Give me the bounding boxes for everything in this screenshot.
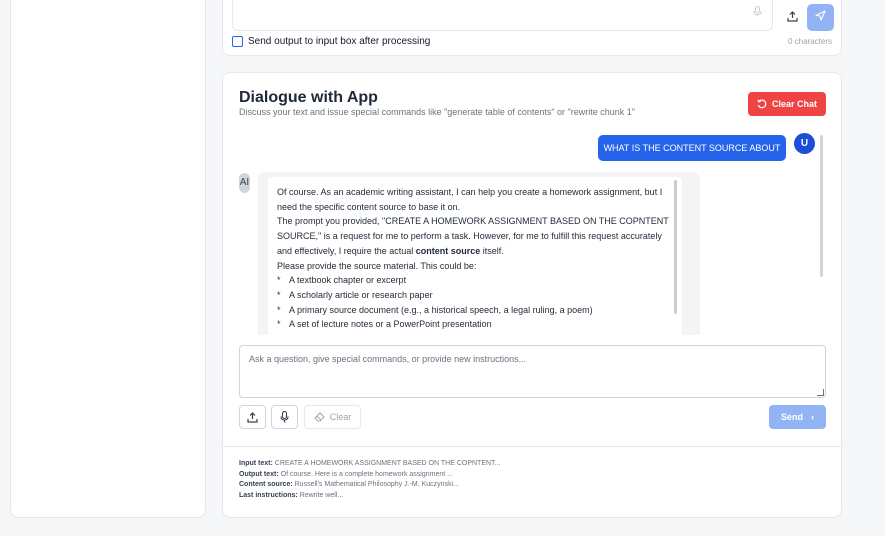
clear-label: Clear: [329, 412, 352, 422]
send-label: Send: [780, 412, 803, 422]
ai-message-content: Of course. As an academic writing assist…: [268, 177, 682, 335]
clear-button[interactable]: Clear: [304, 405, 361, 429]
user-message: WHAT IS THE CONTENT SOURCE ABOUT: [598, 135, 786, 161]
ai-paragraph: The prompt you provided, "CREATE A HOMEW…: [277, 216, 669, 256]
list-item: * A scholarly article or research paper: [277, 289, 433, 300]
summary-last-instructions: Last instructions: Rewrite well...: [239, 491, 344, 499]
microphone-icon[interactable]: [753, 6, 762, 20]
upload-icon[interactable]: [781, 7, 803, 29]
chat-input[interactable]: Ask a question, give special commands, o…: [239, 345, 826, 398]
chat-messages[interactable]: WHAT IS THE CONTENT SOURCE ABOUT U AI Of…: [233, 130, 827, 335]
list-item: * A set of lecture notes or a PowerPoint …: [277, 319, 492, 330]
left-panel: [10, 0, 206, 518]
clear-chat-button[interactable]: Clear Chat: [748, 92, 826, 116]
send-icon-button[interactable]: [807, 4, 834, 31]
summary-output-text: Output text: Of course. Here is a comple…: [239, 470, 453, 478]
upload-button[interactable]: [239, 405, 266, 429]
refresh-icon: [757, 99, 767, 109]
microphone-icon: [280, 411, 289, 423]
list-item: * A textbook chapter or excerpt: [277, 275, 407, 286]
user-avatar: U: [794, 133, 815, 154]
microphone-button[interactable]: [271, 405, 298, 429]
ai-paragraph: Please provide the source material. This…: [277, 260, 477, 271]
character-count: 0 characters: [787, 37, 832, 46]
resize-handle[interactable]: [817, 389, 824, 396]
summary-content-source: Content source: Russell's Mathematical P…: [239, 481, 459, 488]
list-item: * A primary source document (e.g., a hist…: [277, 304, 593, 315]
message-scrollbar[interactable]: [674, 180, 677, 314]
send-button[interactable]: Send ›: [769, 405, 826, 429]
send-to-input-checkbox[interactable]: [232, 36, 243, 47]
chat-scrollbar[interactable]: [820, 135, 823, 277]
ai-avatar: AI: [239, 173, 250, 193]
ai-paragraph: Of course. As an academic writing assist…: [277, 187, 663, 212]
context-summary: Input text: CREATE A HOMEWORK ASSIGNMENT…: [239, 459, 500, 501]
ai-message: Of course. As an academic writing assist…: [258, 172, 700, 335]
send-to-input-option[interactable]: Send output to input box after processin…: [232, 36, 430, 47]
output-textarea[interactable]: [232, 0, 773, 31]
checkbox-label: Send output to input box after processin…: [248, 36, 431, 47]
output-panel: Send output to input box after processin…: [222, 0, 842, 56]
divider: [223, 446, 841, 447]
summary-input-text: Input text: CREATE A HOMEWORK ASSIGNMENT…: [239, 460, 501, 467]
eraser-icon: [314, 412, 325, 422]
chat-input-placeholder: Ask a question, give special commands, o…: [249, 354, 527, 364]
dialogue-title: Dialogue with App: [239, 89, 378, 106]
clear-chat-label: Clear Chat: [771, 99, 817, 109]
dialogue-panel: Dialogue with App Discuss your text and …: [222, 72, 842, 518]
upload-icon: [247, 411, 258, 423]
chevron-right-icon: ›: [811, 412, 814, 422]
dialogue-subtitle: Discuss your text and issue special comm…: [239, 107, 635, 117]
